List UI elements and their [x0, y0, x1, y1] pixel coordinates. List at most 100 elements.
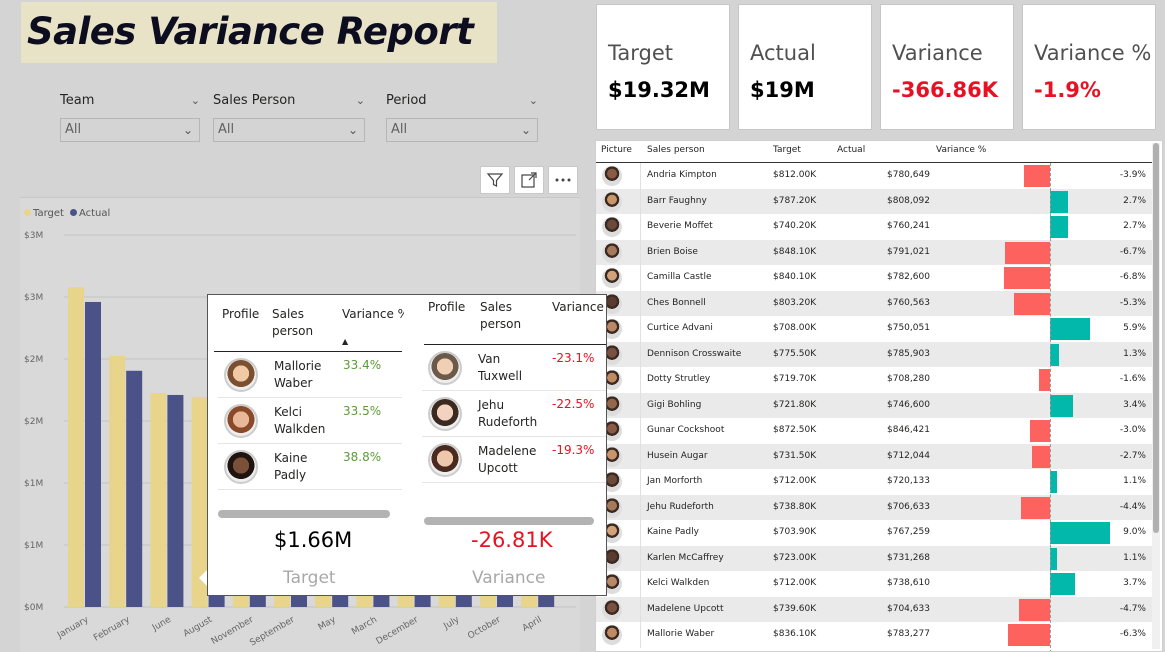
team-dropdown[interactable]: All ⌄: [60, 118, 200, 142]
y-tick-label: $3M: [24, 293, 43, 303]
period-dropdown-value: All: [391, 122, 408, 137]
bar-target[interactable]: [109, 355, 126, 607]
kpi-card-variance-pct[interactable]: Variance % -1.9%: [1022, 4, 1156, 130]
target-cell: $703.90K: [773, 527, 817, 537]
table-row[interactable]: Kelci Walkden $712.00K $738,610 3.7%: [596, 571, 1152, 597]
tooltip-scrollbar[interactable]: [424, 517, 594, 525]
team-slicer[interactable]: Team ⌄ All ⌄: [60, 92, 200, 142]
sales-person-cell: Beverie Moffet: [647, 221, 713, 231]
variance-bar: [1031, 445, 1050, 468]
actual-cell: $783,277: [887, 629, 930, 639]
kpi-card-actual[interactable]: Actual $19M: [738, 4, 872, 130]
period-slicer-label: Period: [386, 93, 427, 108]
visual-header: [480, 166, 578, 194]
chevron-down-icon[interactable]: ⌄: [356, 92, 365, 110]
table-row[interactable]: Jan Morforth $712.00K $720,133 1.1%: [596, 469, 1152, 495]
variance-bar: [1050, 547, 1058, 570]
table-row[interactable]: Husein Augar $731.50K $712,044 -2.7%: [596, 443, 1152, 469]
table-row[interactable]: Brien Boise $848.10K $791,021 -6.7%: [596, 239, 1152, 265]
sales-person-dropdown[interactable]: All ⌄: [213, 118, 365, 142]
column-header-target[interactable]: Target: [773, 145, 801, 155]
table-row[interactable]: Kaine Padly $703.90K $767,259 9.0%: [596, 520, 1152, 546]
table-row[interactable]: Curtice Advani $708.00K $750,051 5.9%: [596, 316, 1152, 342]
chevron-down-icon[interactable]: ⌄: [191, 92, 200, 110]
avatar: [224, 404, 258, 438]
variance-pct-cell: -4.7%: [1119, 603, 1146, 614]
tooltip-caption-variance: Variance: [472, 568, 546, 588]
y-tick-label: $0M: [24, 603, 43, 613]
kpi-card-variance[interactable]: Variance -366.86K: [880, 4, 1014, 130]
tooltip-row: Mallorie Waber 33.4%: [218, 352, 402, 398]
scrollbar-thumb[interactable]: [1153, 143, 1159, 533]
column-header-picture[interactable]: Picture: [601, 145, 632, 155]
kpi-value: $19.32M: [608, 78, 710, 102]
sales-person-cell: Husein Augar: [647, 450, 708, 461]
sales-person-slicer[interactable]: Sales Person ⌄ All ⌄: [213, 92, 365, 142]
table-row[interactable]: Beverie Moffet $740.20K $760,241 2.7%: [596, 214, 1152, 240]
table-row[interactable]: Dotty Strutley $719.70K $708,280 -1.6%: [596, 367, 1152, 393]
bar-actual[interactable]: [85, 301, 101, 607]
target-cell: $708.00K: [773, 323, 817, 333]
bar-target[interactable]: [150, 393, 167, 607]
variance-pct-cell: -3.9%: [1119, 170, 1146, 180]
tooltip-header-profile: Profile: [428, 300, 466, 314]
table-row[interactable]: Dennison Crosswaite $775.50K $785,903 1.3%: [596, 341, 1152, 367]
table-row[interactable]: Madelene Upcott $739.60K $704,633 -4.7%: [596, 596, 1152, 622]
tooltip-header-sales-person: Sales person: [480, 300, 522, 331]
variance-bar: [1005, 241, 1050, 264]
column-header-actual[interactable]: Actual: [837, 145, 865, 155]
variance-bar: [1050, 190, 1069, 213]
tooltip-sales-person: Kelci Walkden: [274, 405, 326, 436]
sales-person-cell: Barr Faughny: [647, 195, 707, 206]
tooltip-scrollbar[interactable]: [218, 510, 390, 518]
actual-cell: $782,600: [887, 272, 930, 282]
table-row[interactable]: Ches Bonnell $803.20K $760,563 -5.3%: [596, 290, 1152, 316]
sales-person-cell: Karlen McCaffrey: [647, 552, 724, 563]
report-title: Sales Variance Report: [27, 10, 474, 53]
avatar: [602, 217, 622, 237]
column-header-variance-pct[interactable]: Variance %: [936, 145, 986, 155]
table-row[interactable]: Gunar Cockshoot $872.50K $846,421 -3.0%: [596, 418, 1152, 444]
sales-person-cell: Jan Morforth: [647, 476, 703, 486]
tooltip-variance-value: 33.5%: [343, 404, 382, 418]
actual-cell: $791,021: [887, 246, 930, 257]
actual-cell: $746,600: [887, 399, 930, 410]
variance-bar: [1050, 573, 1075, 595]
sales-person-cell: Mallorie Waber: [647, 629, 715, 639]
bar-actual[interactable]: [167, 394, 184, 607]
x-tick-label: July: [441, 615, 461, 633]
variance-bar: [1007, 624, 1050, 646]
kpi-card-target[interactable]: Target $19.32M: [596, 4, 730, 130]
table-row[interactable]: Barr Faughny $787.20K $808,092 2.7%: [596, 188, 1152, 214]
period-slicer[interactable]: Period ⌄ All ⌄: [386, 92, 538, 142]
report-title-banner: Sales Variance Report: [21, 2, 497, 63]
actual-cell: $846,421: [887, 425, 930, 435]
target-cell: $775.50K: [773, 348, 817, 359]
kpi-label: Variance %: [1034, 41, 1152, 65]
sales-person-cell: Dennison Crosswaite: [647, 348, 742, 359]
table-row[interactable]: Camilla Castle $840.10K $782,600 -6.8%: [596, 265, 1152, 291]
table-row[interactable]: Andria Kimpton $812.00K $780,649 -3.9%: [596, 163, 1152, 189]
sales-person-cell: Camilla Castle: [647, 272, 712, 282]
focus-mode-icon[interactable]: [514, 166, 544, 194]
table-scrollbar[interactable]: [1152, 143, 1160, 649]
sales-person-cell: Gunar Cockshoot: [647, 425, 725, 435]
bar-actual[interactable]: [126, 370, 143, 607]
bar-target[interactable]: [68, 287, 84, 607]
table-row[interactable]: Karlen McCaffrey $723.00K $731,268 1.1%: [596, 545, 1152, 571]
period-dropdown[interactable]: All ⌄: [386, 118, 538, 142]
tooltip-sales-person: Van Tuxwell: [478, 352, 523, 383]
tooltip-row: Van Tuxwell -23.1%: [422, 345, 606, 391]
table-row[interactable]: Mallorie Waber $836.10K $783,277 -6.3%: [596, 622, 1152, 648]
filter-icon[interactable]: [480, 166, 510, 194]
tooltip-sales-person: Madelene Upcott: [478, 444, 537, 475]
sales-person-table[interactable]: Picture Sales person Target Actual Varia…: [595, 140, 1163, 652]
table-row[interactable]: Gigi Bohling $721.80K $746,600 3.4%: [596, 392, 1152, 418]
more-options-icon[interactable]: [548, 166, 578, 194]
table-row[interactable]: Jehu Rudeforth $738.80K $706,633 -4.4%: [596, 494, 1152, 520]
actual-cell: $767,259: [887, 527, 930, 537]
column-header-sales-person[interactable]: Sales person: [647, 145, 705, 155]
chevron-down-icon[interactable]: ⌄: [529, 92, 538, 110]
avatar: [224, 358, 258, 392]
actual-cell: $708,280: [887, 374, 930, 384]
